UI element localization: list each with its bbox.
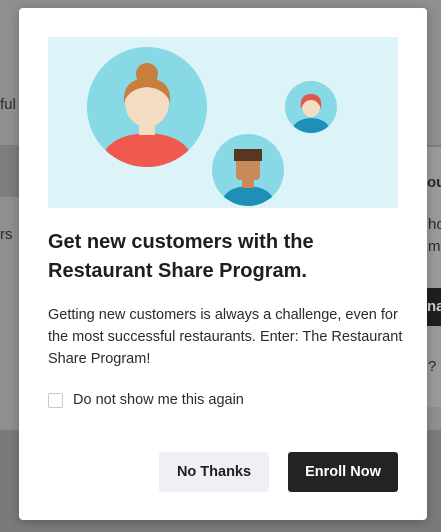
- modal-description: Getting new customers is always a challe…: [48, 307, 403, 367]
- avatar-woman-large: [87, 47, 207, 167]
- do-not-show-checkbox[interactable]: [48, 392, 63, 408]
- backdrop-text: ?: [428, 358, 437, 375]
- avatar-man: [212, 134, 284, 206]
- customers-illustration-svg: [87, 47, 337, 206]
- backdrop-button-label: na: [427, 298, 441, 315]
- enroll-modal: Get new customers with the Restaurant Sh…: [19, 8, 427, 520]
- do-not-show-label: Do not show me this again: [73, 392, 244, 408]
- modal-title: Get new customers with the Restaurant Sh…: [48, 231, 314, 282]
- backdrop-button: na: [427, 288, 441, 326]
- do-not-show-checkbox-row[interactable]: Do not show me this again: [48, 392, 244, 408]
- backdrop-text: me: [428, 238, 441, 255]
- avatar-woman-small: [285, 81, 337, 133]
- backdrop-text: rs: [0, 226, 13, 243]
- enroll-now-button[interactable]: Enroll Now: [288, 452, 398, 492]
- backdrop-heading: ou: [427, 174, 441, 191]
- backdrop-text: ful: [0, 96, 16, 113]
- customers-illustration: [48, 37, 398, 208]
- no-thanks-button[interactable]: No Thanks: [159, 452, 269, 492]
- backdrop-text: ho: [428, 216, 441, 233]
